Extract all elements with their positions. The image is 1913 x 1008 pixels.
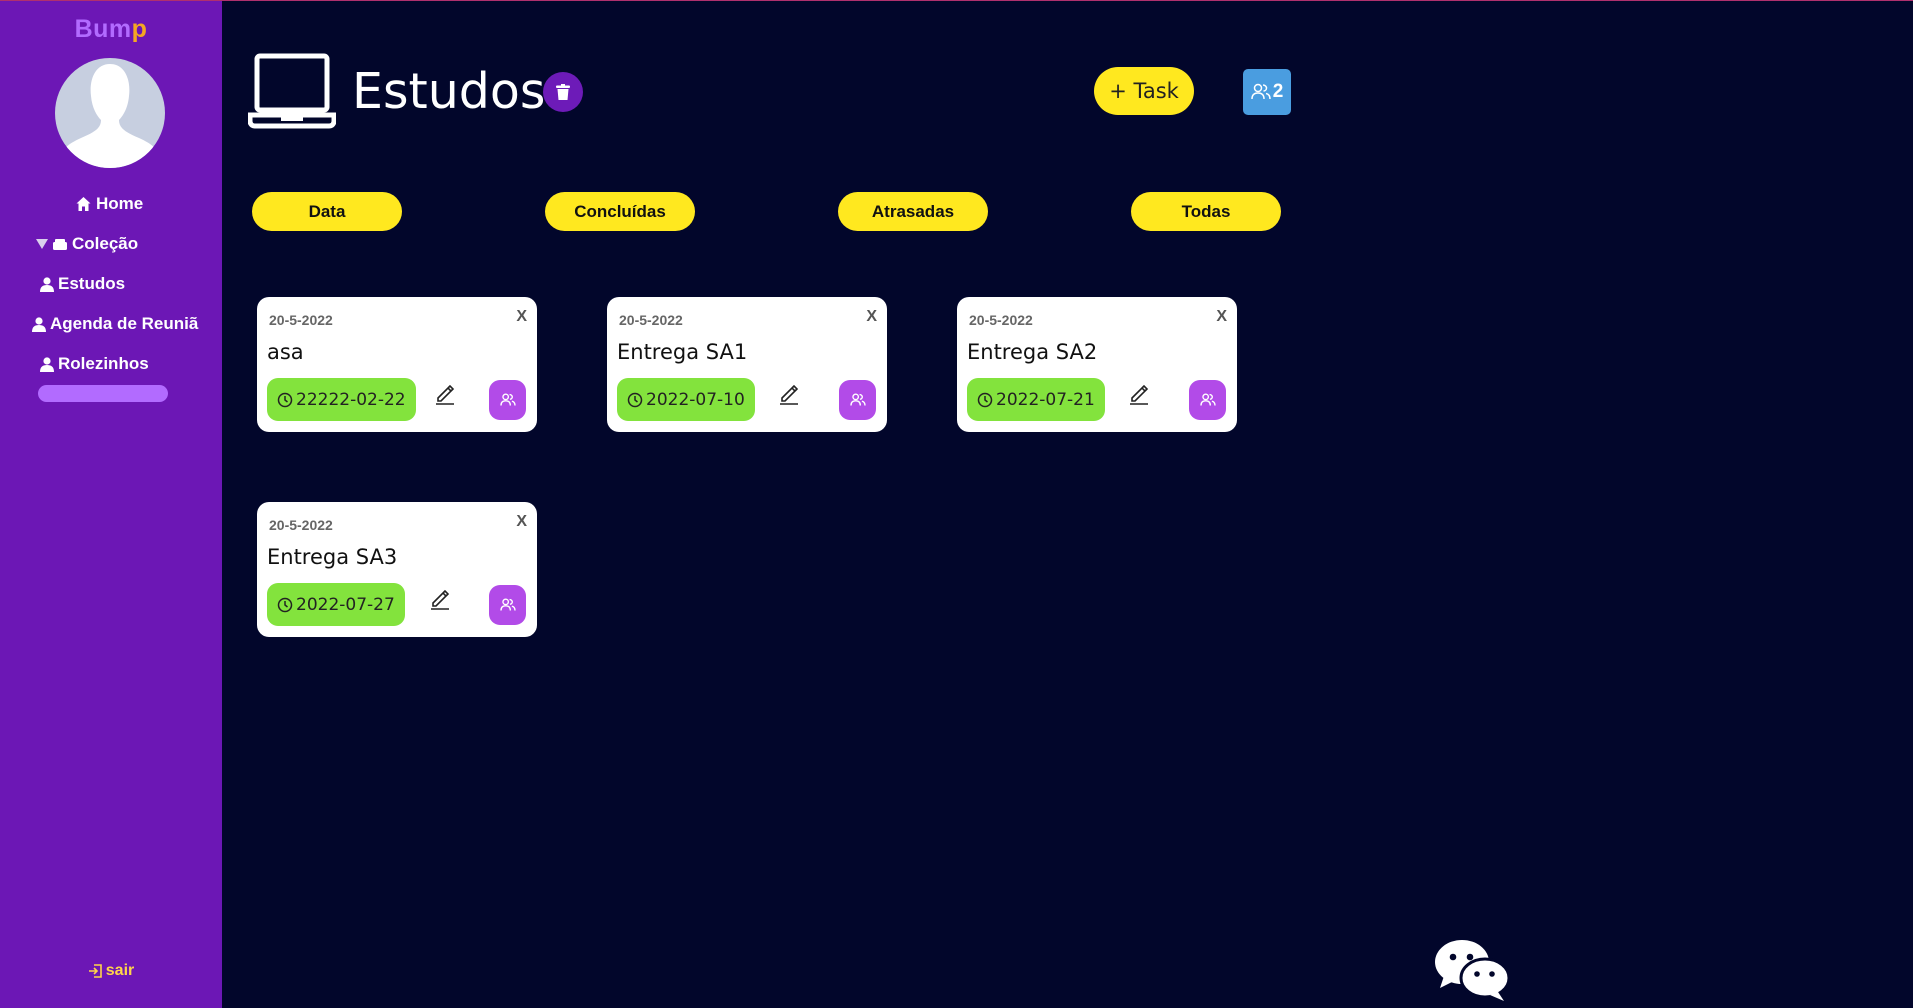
task-card[interactable]: 20-5-2022 X Entrega SA2 2022-07-21	[957, 297, 1237, 432]
close-card-button[interactable]: X	[866, 308, 877, 326]
delete-board-button[interactable]	[543, 72, 583, 112]
deadline-badge: 22222-02-22	[267, 378, 416, 421]
members-count: 2	[1272, 81, 1284, 102]
sidebar-item-label: Home	[96, 194, 144, 213]
clock-icon	[627, 392, 643, 407]
sidebar-item-rolezinhos[interactable]: Rolezinhos	[40, 354, 149, 374]
laptop-icon	[247, 53, 337, 134]
avatar[interactable]	[55, 58, 165, 168]
task-title: Entrega SA1	[617, 340, 748, 364]
edit-icon[interactable]	[428, 586, 452, 615]
trash-icon	[556, 84, 570, 100]
edit-icon[interactable]	[777, 381, 801, 410]
assign-members-button[interactable]	[489, 380, 526, 420]
task-card[interactable]: 20-5-2022 X asa 22222-02-22	[257, 297, 537, 432]
task-created-date: 20-5-2022	[619, 312, 683, 328]
filter-data-button[interactable]: Data	[252, 192, 402, 231]
users-icon	[1199, 393, 1216, 406]
deadline-date: 22222-02-22	[296, 389, 406, 410]
task-title: Entrega SA3	[267, 545, 398, 569]
task-card[interactable]: 20-5-2022 X Entrega SA3 2022-07-27	[257, 502, 537, 637]
chat-icon[interactable]	[1434, 938, 1511, 1007]
caret-down-icon	[36, 239, 48, 249]
edit-icon[interactable]	[433, 381, 457, 410]
logout-label: sair	[105, 962, 135, 979]
user-icon	[32, 316, 46, 332]
members-button[interactable]: 2	[1243, 69, 1291, 115]
assign-members-button[interactable]	[489, 585, 526, 625]
task-created-date: 20-5-2022	[269, 517, 333, 533]
users-icon	[1250, 83, 1271, 100]
filter-todas-button[interactable]: Todas	[1131, 192, 1281, 231]
deadline-badge: 2022-07-10	[617, 378, 755, 421]
sidebar-item-estudos[interactable]: Estudos	[40, 274, 125, 294]
sidebar-item-label: Coleção	[72, 234, 139, 253]
folder-icon	[53, 239, 67, 250]
close-card-button[interactable]: X	[516, 513, 527, 531]
assign-members-button[interactable]	[1189, 380, 1226, 420]
brand-text-part1: Bum	[74, 15, 132, 43]
users-icon	[849, 393, 866, 406]
close-card-button[interactable]: X	[1216, 308, 1227, 326]
task-title: Entrega SA2	[967, 340, 1098, 364]
user-icon	[40, 356, 54, 372]
brand-text-part2: p	[131, 15, 148, 43]
users-icon	[499, 393, 516, 406]
clock-icon	[977, 392, 993, 407]
user-icon	[40, 276, 54, 292]
sidebar-item-colecao[interactable]: Coleção	[36, 234, 138, 254]
clock-icon	[277, 597, 293, 612]
task-created-date: 20-5-2022	[969, 312, 1033, 328]
brand-logo[interactable]: Bump	[0, 15, 222, 44]
sidebar-progress-bar	[38, 385, 168, 402]
deadline-date: 2022-07-10	[646, 389, 745, 410]
sidebar-item-label: Rolezinhos	[58, 354, 149, 373]
close-card-button[interactable]: X	[516, 308, 527, 326]
deadline-badge: 2022-07-21	[967, 378, 1105, 421]
sidebar: Bump Home Coleção Estudos Agenda de Reun…	[0, 1, 222, 1008]
clock-icon	[277, 392, 293, 407]
edit-icon[interactable]	[1127, 381, 1151, 410]
avatar-silhouette-icon	[55, 64, 165, 168]
sidebar-item-agenda[interactable]: Agenda de Reuniã	[30, 312, 220, 338]
deadline-date: 2022-07-27	[296, 594, 395, 615]
task-title: asa	[267, 340, 304, 364]
filter-concluidas-button[interactable]: Concluídas	[545, 192, 695, 231]
deadline-badge: 2022-07-27	[267, 583, 405, 626]
filter-atrasadas-button[interactable]: Atrasadas	[838, 192, 988, 231]
users-icon	[499, 598, 516, 611]
sidebar-item-label: Agenda de Reuniã	[50, 314, 199, 333]
page-title: Estudos	[352, 63, 546, 120]
sidebar-item-label: Estudos	[58, 274, 126, 293]
logout-button[interactable]: sair	[0, 962, 222, 980]
deadline-date: 2022-07-21	[996, 389, 1095, 410]
add-task-button[interactable]: + Task	[1094, 67, 1194, 115]
sidebar-item-home[interactable]: Home	[75, 194, 143, 214]
home-icon	[76, 197, 91, 211]
logout-icon	[88, 964, 102, 978]
sidebar-item-agenda-content: Agenda de Reuniã	[32, 314, 198, 334]
assign-members-button[interactable]	[839, 380, 876, 420]
task-created-date: 20-5-2022	[269, 312, 333, 328]
task-card[interactable]: 20-5-2022 X Entrega SA1 2022-07-10	[607, 297, 887, 432]
